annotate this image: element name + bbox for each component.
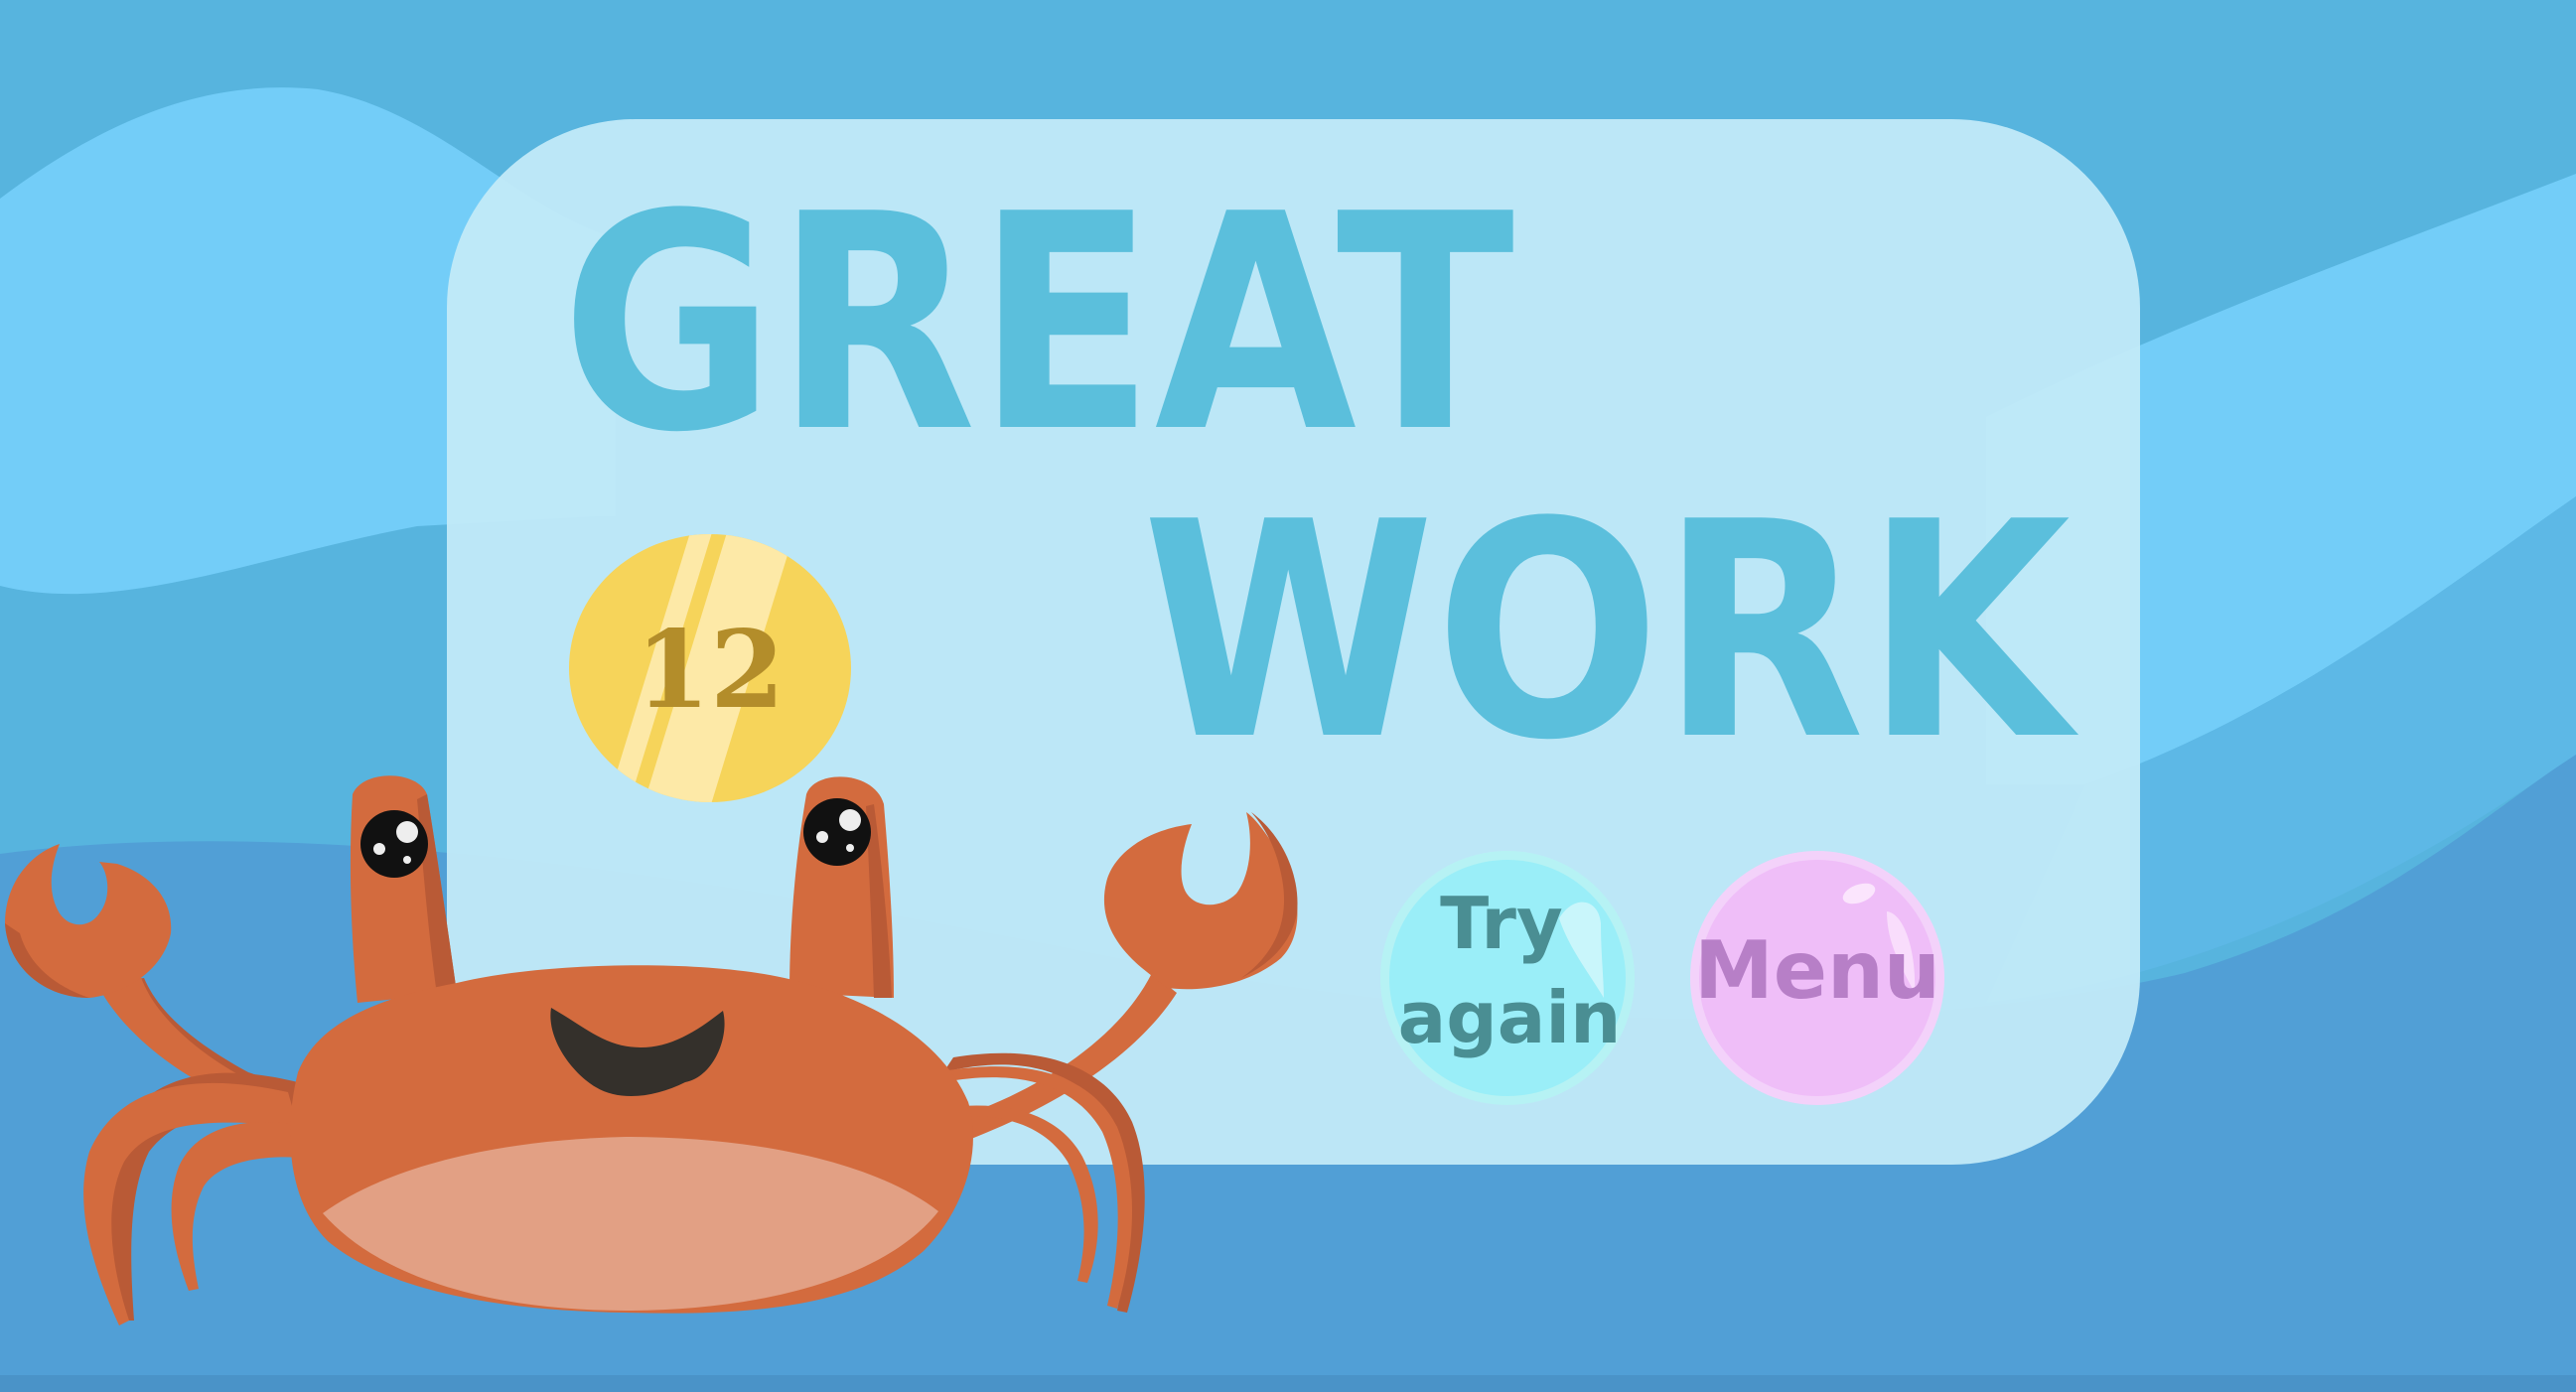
crab-eye bbox=[803, 798, 871, 866]
crab-eye bbox=[360, 810, 428, 878]
menu-button[interactable]: Menu bbox=[1690, 851, 1944, 1105]
bottom-edge bbox=[0, 1375, 2576, 1392]
try-again-button[interactable]: Try again bbox=[1380, 851, 1635, 1105]
game-over-screen: GREAT WORK 12 Try again Menu bbox=[0, 0, 2576, 1392]
menu-label: Menu bbox=[1694, 924, 1940, 1017]
title-line-2: WORK bbox=[1142, 459, 2080, 805]
try-again-label-line-2: again bbox=[1398, 976, 1622, 1059]
try-again-label-line-1: Try bbox=[1440, 882, 1563, 965]
title-line-1: GREAT bbox=[561, 151, 1515, 497]
score-value: 12 bbox=[636, 608, 785, 733]
scene: GREAT WORK 12 Try again Menu bbox=[0, 0, 2576, 1392]
